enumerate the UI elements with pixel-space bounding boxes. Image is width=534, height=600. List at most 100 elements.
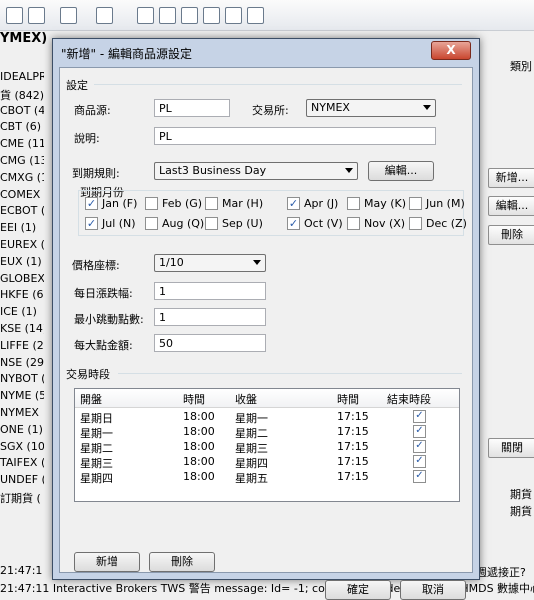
exchange-list-item[interactable]: ONE (1): [0, 423, 44, 440]
chevron-down-icon: [345, 168, 353, 173]
column-header[interactable]: 開盤: [80, 391, 102, 407]
point-value-input[interactable]: 50: [154, 334, 266, 352]
end-session-checkbox[interactable]: ✓: [413, 410, 426, 423]
end-session-checkbox[interactable]: ✓: [413, 440, 426, 453]
checkbox-checked[interactable]: ✓: [287, 217, 300, 230]
book-icon[interactable]: [225, 7, 242, 24]
exchange-list-item[interactable]: EEI (1): [0, 221, 44, 238]
exchange-list-item[interactable]: ECBOT (: [0, 204, 44, 221]
source-input[interactable]: PL: [154, 99, 230, 117]
cancel-button[interactable]: 取消: [400, 580, 466, 600]
edit-rule-button[interactable]: 編輯...: [368, 161, 434, 181]
exchange-list-item[interactable]: COMEX: [0, 188, 44, 205]
daily-limit-input[interactable]: 1: [154, 282, 266, 300]
exchange-list-item[interactable]: SGX (10: [0, 440, 44, 457]
min-tick-input[interactable]: 1: [154, 308, 266, 326]
checkbox-unchecked[interactable]: [145, 197, 158, 210]
end-session-checkbox[interactable]: ✓: [413, 455, 426, 468]
close-icon[interactable]: X: [431, 41, 471, 60]
log-time: 21:47:1: [0, 564, 43, 577]
calendar-icon[interactable]: [137, 7, 154, 24]
exchange-list-item[interactable]: 貨 (842): [0, 87, 44, 104]
column-header[interactable]: 收盤: [235, 391, 257, 407]
tool-icon[interactable]: [6, 7, 23, 24]
group-divider: [118, 373, 462, 374]
bg-new-button[interactable]: 新增...: [488, 168, 534, 188]
table-cell: 17:15: [337, 425, 369, 438]
exchange-list-item[interactable]: LIFFE (2: [0, 339, 44, 356]
exchange-list-item[interactable]: HKFE (62: [0, 288, 44, 305]
column-header[interactable]: 時間: [337, 391, 359, 407]
checkbox-unchecked[interactable]: [347, 197, 360, 210]
bg-edit-button[interactable]: 編輯...: [488, 196, 534, 216]
main-toolbar: [0, 0, 534, 31]
category-header: 類別: [510, 60, 532, 73]
point-value-label: 每大點金額:: [74, 339, 133, 352]
exchange-list-item[interactable]: GLOBEX: [0, 272, 44, 289]
exchange-list-item[interactable]: EUREX (: [0, 238, 44, 255]
exchange-list-item[interactable]: 訂期貨 (: [0, 490, 44, 507]
exchange-list-item[interactable]: TAIFEX (: [0, 456, 44, 473]
stop-icon[interactable]: [28, 7, 45, 24]
exchange-list-item[interactable]: NSE (29): [0, 356, 44, 373]
table-cell: 17:15: [337, 410, 369, 423]
exchange-list-item[interactable]: NYBOT (: [0, 372, 44, 389]
checkbox-unchecked[interactable]: [409, 197, 422, 210]
exchange-list-item[interactable]: CME (11: [0, 137, 44, 154]
exchange-list-item[interactable]: CBT (6): [0, 120, 44, 137]
document-icon[interactable]: [96, 7, 113, 24]
price-scale-select[interactable]: 1/10: [154, 254, 266, 272]
exchange-list-item[interactable]: CMXG (1: [0, 171, 44, 188]
checkbox-unchecked[interactable]: [205, 197, 218, 210]
checkbox-checked[interactable]: ✓: [85, 197, 98, 210]
exchange-list-item[interactable]: EUX (1): [0, 255, 44, 272]
table-cell: 17:15: [337, 470, 369, 483]
exchange-select[interactable]: NYMEX: [306, 99, 436, 117]
table-row[interactable]: 星期三 18:00 星期四 17:15 ✓: [75, 454, 459, 470]
description-label: 說明:: [74, 132, 100, 145]
exchange-list-item[interactable]: NYMEX: [0, 406, 44, 423]
dialog-titlebar[interactable]: "新增" - 編輯商品源設定 X: [53, 39, 479, 65]
checkbox-checked[interactable]: ✓: [287, 197, 300, 210]
description-input[interactable]: PL: [154, 127, 436, 145]
months-group: ✓ Jan (F) Feb (G) Mar (H) ✓ Apr (J) May (K) Jun…: [78, 190, 467, 236]
exchange-list-item[interactable]: IDEALPR: [0, 70, 44, 87]
exchange-list-item[interactable]: CMG (13: [0, 154, 44, 171]
column-header[interactable]: 結束時段: [387, 391, 431, 407]
table-row[interactable]: 星期二 18:00 星期三 17:15 ✓: [75, 439, 459, 455]
delete-session-button[interactable]: 刪除: [149, 552, 215, 572]
add-session-button[interactable]: 新增: [74, 552, 140, 572]
expiry-rule-select[interactable]: Last3 Business Day: [154, 162, 358, 180]
table-row[interactable]: 星期一 18:00 星期二 17:15 ✓: [75, 424, 459, 440]
table-row[interactable]: 星期日 18:00 星期一 17:15 ✓: [75, 409, 459, 425]
grid-icon[interactable]: [159, 7, 176, 24]
exchange-list-item[interactable]: UNDEF (: [0, 473, 44, 490]
table-row[interactable]: 星期四 18:00 星期五 17:15 ✓: [75, 469, 459, 485]
exchange-list-item[interactable]: KSE (14): [0, 322, 44, 339]
document-icon[interactable]: [60, 7, 77, 24]
exchange-list[interactable]: IDEALPR貨 (842)CBOT (4)CBT (6)CME (11CMG …: [0, 70, 44, 507]
checkbox-unchecked[interactable]: [145, 217, 158, 230]
clock-icon[interactable]: [181, 7, 198, 24]
ok-button[interactable]: 確定: [325, 580, 391, 600]
end-session-checkbox[interactable]: ✓: [413, 470, 426, 483]
exchange-list-item[interactable]: NYME (5: [0, 389, 44, 406]
sessions-group-label: 交易時段: [66, 368, 110, 381]
sessions-table[interactable]: 開盤 時間 收盤 時間 結束時段 星期日 18:00 星期一 17:15 ✓ 星期一 18:…: [74, 388, 460, 502]
group-divider: [94, 84, 462, 85]
checkbox-unchecked[interactable]: [409, 217, 422, 230]
column-header[interactable]: 時間: [183, 391, 205, 407]
checkbox-checked[interactable]: ✓: [85, 217, 98, 230]
bank-icon[interactable]: [203, 7, 220, 24]
end-session-checkbox[interactable]: ✓: [413, 425, 426, 438]
min-tick-label: 最小跳動點數:: [74, 313, 144, 326]
month-label: Jun (M): [426, 197, 465, 210]
checkbox-unchecked[interactable]: [205, 217, 218, 230]
bg-delete-button[interactable]: 刪除: [488, 225, 534, 245]
exchange-list-item[interactable]: CBOT (4): [0, 104, 44, 121]
chart-icon[interactable]: [247, 7, 264, 24]
checkbox-unchecked[interactable]: [347, 217, 360, 230]
table-cell: 星期四: [80, 472, 113, 485]
exchange-list-item[interactable]: ICE (1): [0, 305, 44, 322]
bg-close-button[interactable]: 關閉: [488, 438, 534, 458]
